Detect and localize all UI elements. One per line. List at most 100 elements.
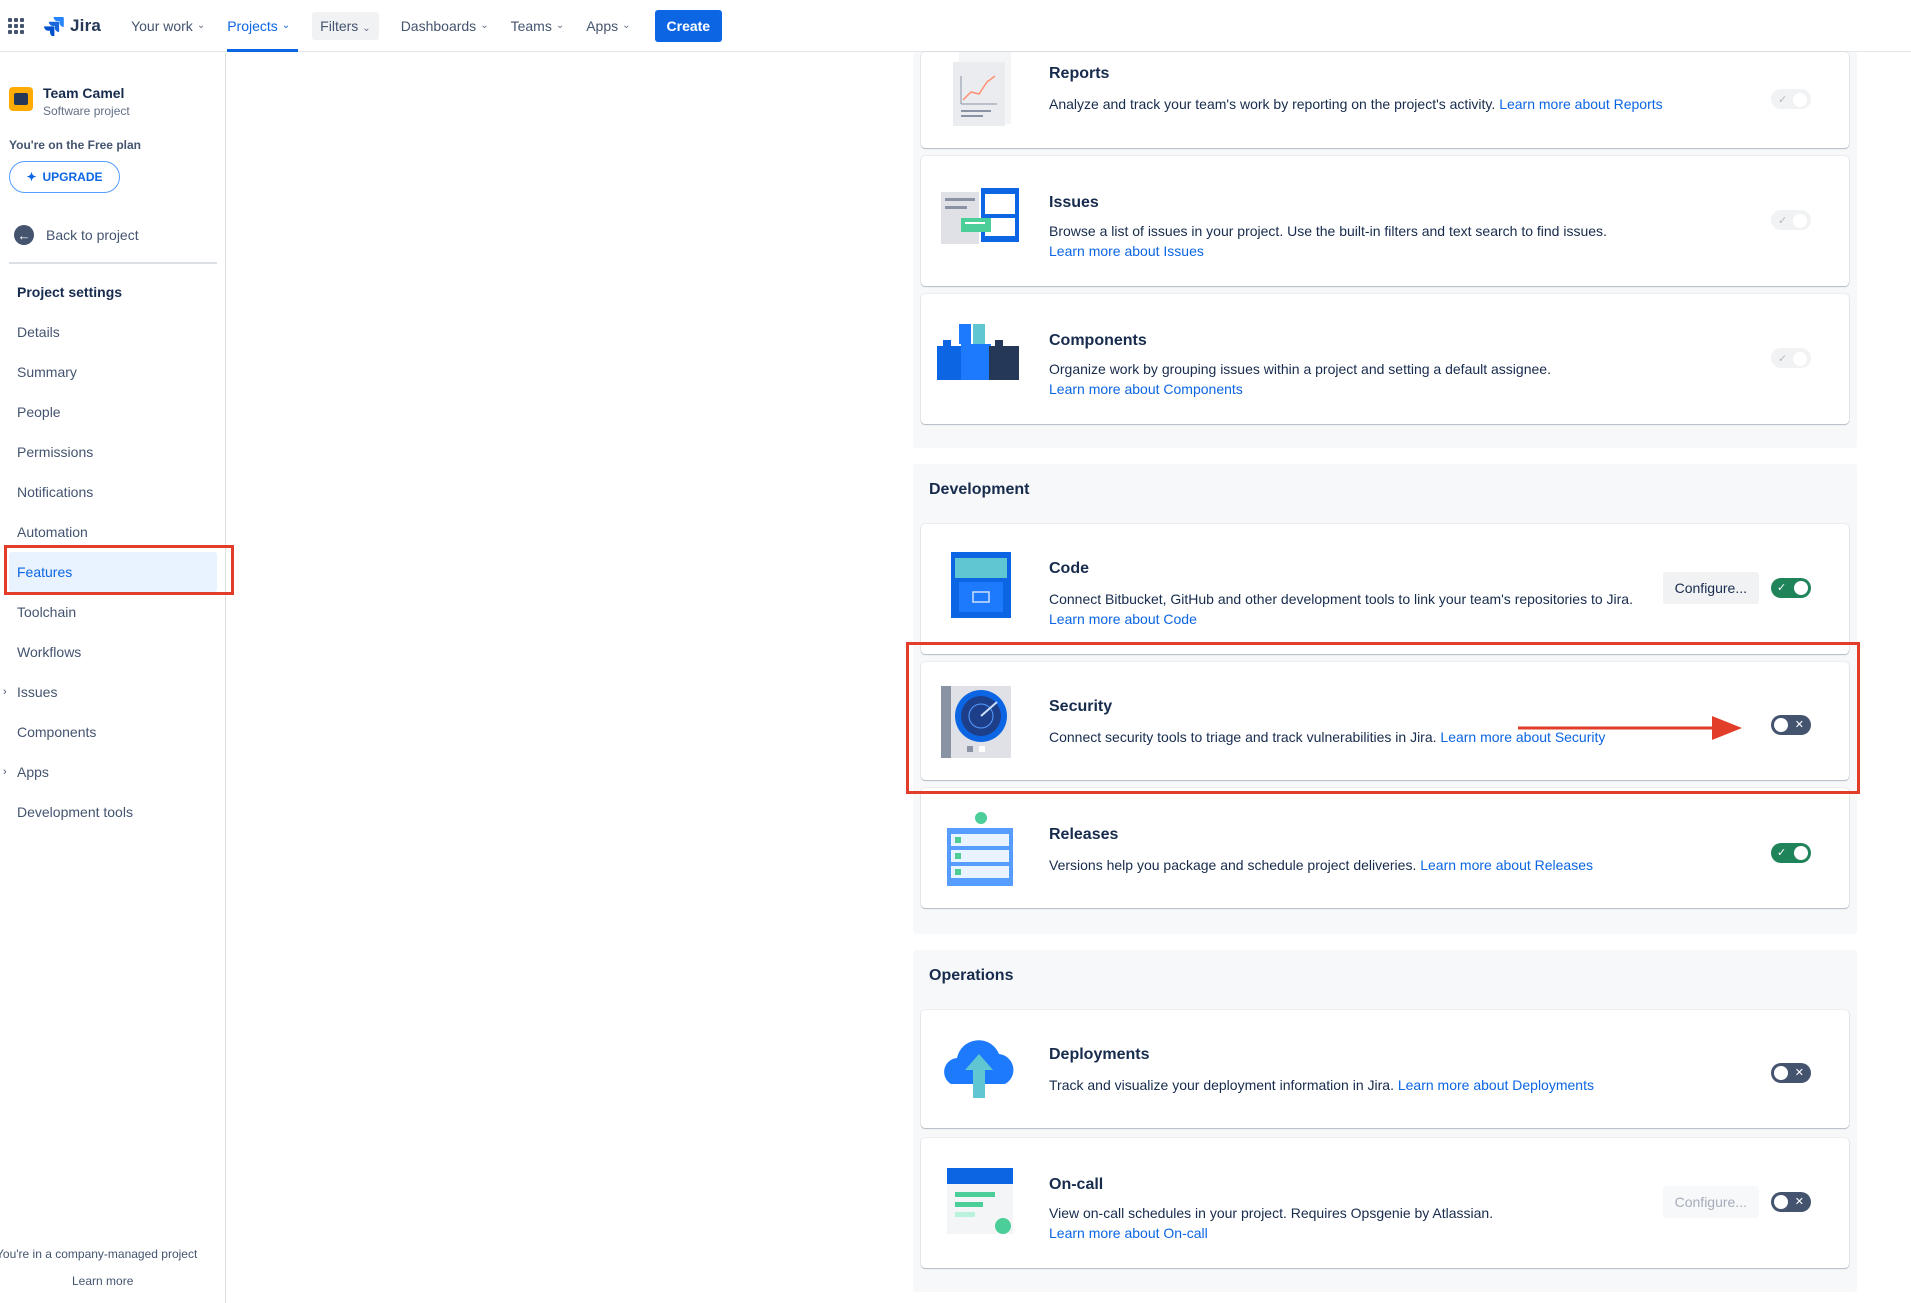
security-toggle[interactable]: ✕ (1771, 715, 1811, 735)
feature-title: Components (1049, 332, 1147, 349)
components-icon (937, 324, 1019, 380)
sidebar-item-label: People (17, 404, 61, 420)
nav-projects[interactable]: Projects ⌄ (219, 0, 299, 52)
chevron-down-icon: ⌄ (281, 20, 291, 31)
feature-description: Browse a list of issues in your project.… (1049, 221, 1607, 261)
divider (9, 262, 217, 264)
feature-desc-text: Track and visualize your deployment info… (1049, 1077, 1398, 1093)
chevron-right-icon[interactable]: › (3, 766, 7, 778)
upgrade-button[interactable]: ✦ UPGRADE (9, 161, 120, 193)
feature-card-reports: Reports Analyze and track your team's wo… (921, 52, 1849, 148)
nav-dashboards[interactable]: Dashboards ⌄ (393, 0, 497, 52)
learn-more-issues-link[interactable]: Learn more about Issues (1049, 243, 1204, 259)
company-managed-text: You're in a company-managed project (0, 1247, 198, 1261)
feature-description: Analyze and track your team's work by re… (1049, 94, 1663, 114)
feature-description: Connect security tools to triage and tra… (1049, 727, 1605, 747)
jira-logo[interactable]: Jira (44, 16, 101, 36)
code-toggle[interactable]: ✓ (1771, 578, 1811, 598)
sidebar-item-features[interactable]: Features (9, 552, 217, 592)
sidebar-item-development-tools[interactable]: Development tools (0, 792, 226, 832)
arrow-left-icon: ← (14, 225, 34, 245)
code-configure-button[interactable]: Configure... (1662, 572, 1759, 604)
top-navigation: Jira Your work ⌄ Projects ⌄ Filters ⌄ Dashb… (0, 0, 1911, 52)
upgrade-label: UPGRADE (42, 170, 103, 184)
learn-more-releases-link[interactable]: Learn more about Releases (1420, 857, 1593, 873)
back-to-project-link[interactable]: ← Back to project (14, 225, 139, 245)
feature-desc-text: Versions help you package and schedule p… (1049, 857, 1421, 873)
chevron-down-icon: ⌄ (480, 20, 489, 31)
toggle-knob (1794, 846, 1808, 860)
close-icon: ✕ (1794, 1067, 1804, 1079)
project-header[interactable]: Team Camel Software project (9, 85, 130, 118)
nav-apps[interactable]: Apps ⌄ (578, 0, 638, 52)
development-title: Development (929, 481, 1030, 498)
learn-more-components-link[interactable]: Learn more about Components (1049, 381, 1243, 397)
learn-more-security-link[interactable]: Learn more about Security (1440, 729, 1605, 745)
chevron-right-icon[interactable]: › (3, 686, 7, 698)
feature-desc-text: Connect security tools to triage and tra… (1049, 729, 1441, 745)
feature-desc-text: Browse a list of issues in your project.… (1049, 223, 1607, 239)
components-toggle: ✓ (1771, 348, 1811, 368)
issues-toggle: ✓ (1771, 210, 1811, 230)
sidebar-item-label: Details (17, 324, 60, 340)
feature-card-deployments: Deployments Track and visualize your dep… (921, 1010, 1849, 1128)
reports-icon (953, 52, 1011, 126)
feature-card-code: Code Connect Bitbucket, GitHub and other… (921, 524, 1849, 654)
issues-icon (941, 188, 1019, 244)
learn-more-deployments-link[interactable]: Learn more about Deployments (1398, 1077, 1594, 1093)
nav-label: Your work (131, 17, 193, 34)
sidebar-item-people[interactable]: People (0, 392, 226, 432)
reports-toggle: ✓ (1771, 89, 1811, 109)
project-type: Software project (43, 104, 130, 118)
learn-more-link[interactable]: Learn more (72, 1274, 133, 1288)
sidebar-item-workflows[interactable]: Workflows (0, 632, 226, 672)
create-button[interactable]: Create (654, 9, 723, 42)
learn-more-oncall-link[interactable]: Learn more about On-call (1049, 1225, 1208, 1241)
close-icon: ✕ (1794, 1196, 1804, 1208)
feature-desc-text: Connect Bitbucket, GitHub and other deve… (1049, 591, 1633, 607)
feature-title: Releases (1049, 826, 1119, 843)
toggle-knob (1793, 352, 1807, 366)
sidebar-item-automation[interactable]: Automation (0, 512, 226, 552)
sidebar-item-label: Notifications (17, 484, 94, 500)
releases-icon (947, 812, 1013, 886)
logo-text: Jira (70, 15, 102, 35)
feature-title: Deployments (1049, 1046, 1150, 1063)
nav-filters[interactable]: Filters ⌄ (304, 0, 387, 52)
learn-more-code-link[interactable]: Learn more about Code (1049, 611, 1197, 627)
sidebar-item-components[interactable]: Components (0, 712, 226, 752)
sidebar-item-apps[interactable]: › Apps (0, 752, 226, 792)
nav-teams[interactable]: Teams ⌄ (503, 0, 573, 52)
sidebar-item-label: Apps (17, 764, 49, 780)
oncall-toggle[interactable]: ✕ (1771, 1192, 1811, 1212)
chevron-down-icon: ⌄ (362, 22, 371, 34)
sidebar-item-details[interactable]: Details (0, 312, 226, 352)
close-icon: ✕ (1794, 719, 1804, 731)
check-icon: ✓ (1777, 582, 1787, 594)
deployments-toggle[interactable]: ✕ (1771, 1063, 1811, 1083)
feature-description: Organize work by grouping issues within … (1049, 359, 1551, 399)
sidebar-item-label: Components (17, 724, 97, 740)
nav-items: Your work ⌄ Projects ⌄ Filters ⌄ Dashboards… (123, 0, 723, 52)
feature-title: Security (1049, 698, 1113, 715)
feature-desc-text: View on-call schedules in your project. … (1049, 1205, 1494, 1221)
app-switcher-icon[interactable] (8, 17, 24, 34)
sidebar-item-permissions[interactable]: Permissions (0, 432, 226, 472)
feature-description: Track and visualize your deployment info… (1049, 1075, 1594, 1095)
toggle-knob (1794, 581, 1808, 595)
sidebar-item-notifications[interactable]: Notifications (0, 472, 226, 512)
feature-card-components: Components Organize work by grouping iss… (921, 294, 1849, 424)
sidebar-item-summary[interactable]: Summary (0, 352, 226, 392)
check-icon: ✓ (1777, 847, 1787, 859)
nav-label: Projects (227, 17, 278, 34)
feature-card-oncall: On-call View on-call schedules in your p… (921, 1138, 1849, 1268)
feature-card-releases: Releases Versions help you package and s… (921, 788, 1849, 908)
releases-toggle[interactable]: ✓ (1771, 843, 1811, 863)
sidebar-item-issues[interactable]: › Issues (0, 672, 226, 712)
nav-your-work[interactable]: Your work ⌄ (123, 0, 213, 52)
sidebar-item-toolchain[interactable]: Toolchain (0, 592, 226, 632)
back-label: Back to project (46, 227, 139, 243)
toggle-knob (1774, 718, 1788, 732)
deployments-icon (944, 1040, 1014, 1098)
learn-more-reports-link[interactable]: Learn more about Reports (1499, 96, 1662, 112)
